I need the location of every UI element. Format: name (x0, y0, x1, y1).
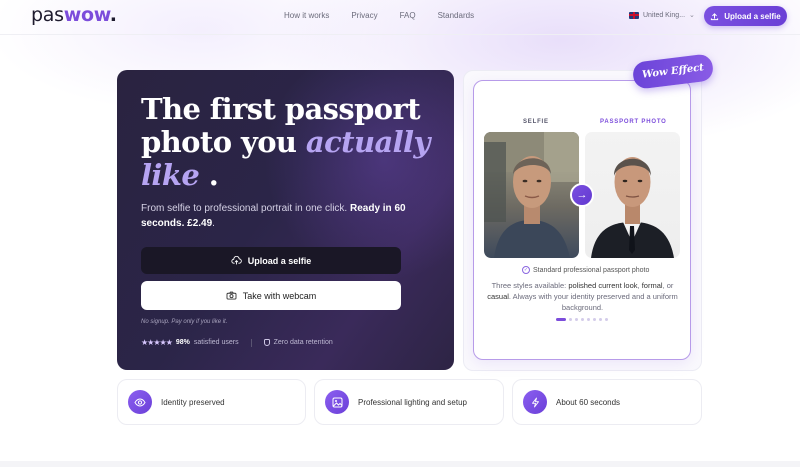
nav-link-standards[interactable]: Standards (438, 11, 474, 20)
upload-icon (711, 12, 719, 20)
language-selector[interactable]: United King... ⌄ (629, 11, 695, 19)
upload-selfie-button[interactable]: Upload a selfie (141, 247, 401, 274)
nav-link-faq[interactable]: FAQ (400, 11, 416, 20)
fine-print: No signup. Pay only if you like it. (141, 319, 228, 325)
logo-text-wow: wow (63, 4, 110, 26)
hero-title: The first passport photo you actually li… (141, 93, 441, 192)
satisfied-label: satisfied users (193, 339, 239, 346)
top-navbar: paswow. How it works Privacy FAQ Standar… (0, 0, 800, 34)
hero-title-period: . (208, 158, 219, 192)
selfie-photo (484, 132, 579, 258)
feature-professional-lighting: Professional lighting and setup (314, 379, 504, 425)
desc-intro: Three styles available: (491, 281, 567, 290)
hero-title-line2: photo you (141, 125, 297, 159)
language-label: United King... (643, 11, 686, 19)
hero-subtitle-text: From selfie to professional portrait in … (141, 203, 348, 214)
logo-dot: . (109, 4, 117, 26)
passport-photo (585, 132, 680, 258)
nav-link-how-it-works[interactable]: How it works (284, 11, 329, 20)
desc-style-casual: casual (487, 292, 509, 301)
selfie-label: SELFIE (523, 119, 549, 125)
check-circle-icon: ✓ (522, 266, 530, 274)
feature-about-60-seconds: About 60 seconds (512, 379, 702, 425)
hero-subtitle-period: . (212, 218, 215, 229)
nav-upload-selfie-button[interactable]: Upload a selfie (704, 6, 787, 26)
desc-outro: . Always with your identity preserved an… (508, 292, 678, 312)
nav-links: How it works Privacy FAQ Standards (284, 11, 496, 20)
feature-identity-preserved: Identity preserved (117, 379, 306, 425)
carousel-dot[interactable] (581, 318, 584, 321)
carousel-dot[interactable] (599, 318, 602, 321)
shield-icon (263, 339, 270, 346)
take-with-webcam-button[interactable]: Take with webcam (141, 281, 401, 310)
satisfied-percent: 98% (175, 339, 190, 346)
desc-style-polished: polished current look (568, 281, 638, 290)
image-icon (325, 390, 349, 414)
retention-label: Zero data retention (273, 339, 333, 346)
passport-photo-label: PASSPORT PHOTO (600, 119, 667, 125)
feature-label: Professional lighting and setup (358, 397, 467, 407)
nav-divider (0, 34, 800, 35)
carousel-dot[interactable] (569, 318, 572, 321)
upload-selfie-label: Upload a selfie (247, 255, 312, 266)
eye-icon (128, 390, 152, 414)
carousel-dots (556, 318, 608, 321)
desc-sep2: , or (662, 281, 674, 290)
feature-label: About 60 seconds (556, 397, 621, 407)
carousel-dot-active[interactable] (556, 318, 566, 321)
bottom-strip (0, 461, 800, 467)
logo-text-pas: pas (31, 4, 64, 26)
nav-link-privacy[interactable]: Privacy (351, 11, 377, 20)
feature-label: Identity preserved (161, 397, 225, 407)
desc-sep1: , (637, 281, 640, 290)
logo[interactable]: paswow. (31, 4, 117, 26)
chevron-down-icon: ⌄ (689, 12, 695, 19)
rating-divider (250, 338, 252, 347)
hero-subtitle: From selfie to professional portrait in … (141, 201, 411, 231)
hero-card: The first passport photo you actually li… (117, 70, 454, 370)
standard-note: ✓ Standard professional passport photo (522, 266, 649, 274)
rating-row: ★★★★★ 98% satisfied users Zero data rete… (141, 338, 333, 347)
bolt-icon (523, 390, 547, 414)
carousel-dot[interactable] (575, 318, 578, 321)
nav-upload-label: Upload a selfie (724, 11, 781, 21)
desc-style-formal: formal (641, 281, 663, 290)
hero-title-accent-like: like (141, 158, 200, 192)
camera-icon (226, 291, 237, 300)
carousel-dot[interactable] (587, 318, 590, 321)
uk-flag-icon (629, 11, 639, 19)
carousel-dot[interactable] (605, 318, 608, 321)
hero-title-accent-actually: actually (305, 125, 430, 159)
hero-title-line1: The first passport (141, 92, 421, 126)
cloud-upload-icon (231, 256, 242, 265)
webcam-label: Take with webcam (242, 290, 317, 301)
rating-stars-icon: ★★★★★ (141, 338, 173, 347)
standard-label: Standard professional passport photo (533, 266, 650, 274)
styles-description: Three styles available: polished current… (485, 280, 680, 313)
arrow-right-icon: → (570, 183, 594, 207)
carousel-dot[interactable] (593, 318, 596, 321)
